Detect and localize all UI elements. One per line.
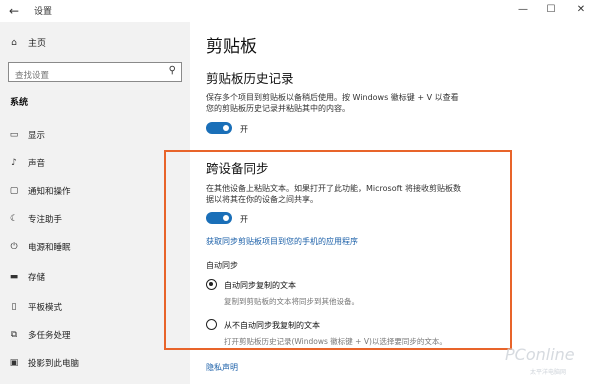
sidebar-item-tablet-mode[interactable]: ▯ 平板模式	[8, 300, 63, 314]
sidebar-item-label: 通知和操作	[28, 187, 71, 197]
sound-icon: ♪	[11, 158, 17, 168]
search-box[interactable]: ⚲	[8, 62, 182, 85]
history-toggle-label: 开	[240, 125, 248, 134]
sidebar-item-label: 电源和睡眠	[28, 243, 71, 253]
sidebar-home[interactable]: ⌂ 主页	[8, 36, 47, 50]
history-description-line1: 保存多个项目到剪贴板以备稍后使用。按 Windows 徽标键 + V 以查看	[206, 93, 459, 102]
search-icon[interactable]: ⚲	[169, 65, 176, 76]
watermark-subtitle: 太平洋电脑网	[530, 369, 567, 376]
window-title: 设置	[34, 7, 53, 17]
power-icon: ⏻	[10, 242, 18, 252]
sidebar-item-label: 存储	[28, 273, 46, 283]
sidebar-item-power[interactable]: ⏻ 电源和睡眠	[8, 240, 71, 254]
sidebar-home-label: 主页	[28, 39, 47, 49]
display-icon: ▭	[9, 130, 19, 140]
home-icon: ⌂	[11, 37, 17, 48]
sidebar-section-title: 系统	[10, 98, 29, 108]
focus-assist-icon: ☾	[9, 214, 19, 224]
sidebar-item-sound[interactable]: ♪ 声音	[8, 156, 45, 170]
highlight-box	[164, 150, 512, 350]
sidebar-item-storage[interactable]: ▬ 存储	[8, 270, 45, 284]
sidebar-item-project[interactable]: ▣ 投影到此电脑	[8, 356, 79, 370]
privacy-link[interactable]: 隐私声明	[206, 362, 238, 373]
sidebar-item-label: 专注助手	[28, 215, 63, 225]
sidebar-item-focus-assist[interactable]: ☾ 专注助手	[8, 212, 62, 226]
history-description-line2: 您的剪贴板历史记录并粘贴其中的内容。	[206, 104, 350, 113]
watermark-logo: PConline	[505, 345, 575, 364]
sidebar-item-label: 多任务处理	[28, 331, 71, 341]
page-title: 剪贴板	[206, 37, 257, 57]
sidebar-item-label: 显示	[28, 131, 46, 141]
storage-icon: ▬	[9, 272, 19, 282]
sidebar-item-label: 投影到此电脑	[28, 359, 80, 369]
sidebar-item-notifications[interactable]: ▢ 通知和操作	[8, 184, 71, 198]
minimize-button[interactable]: —	[512, 2, 534, 18]
sidebar-item-multitasking[interactable]: ⧉ 多任务处理	[8, 328, 71, 342]
history-heading: 剪贴板历史记录	[206, 71, 294, 86]
back-arrow-icon[interactable]: ←	[6, 3, 22, 19]
search-input[interactable]	[9, 67, 149, 85]
multitasking-icon: ⧉	[10, 330, 18, 340]
history-toggle[interactable]	[206, 122, 232, 134]
sidebar-item-display[interactable]: ▭ 显示	[8, 128, 45, 142]
maximize-button[interactable]: ☐	[540, 2, 562, 18]
notification-icon: ▢	[9, 186, 19, 196]
sidebar: ⌂ 主页 ⚲ 系统 ▭ 显示 ♪ 声音 ▢ 通知和操作 ☾ 专注助手 ⏻ 电源和…	[0, 22, 190, 384]
sidebar-item-label: 平板模式	[28, 303, 63, 313]
tablet-mode-icon: ▯	[11, 302, 17, 312]
title-bar: ← 设置 — ☐ ✕	[0, 0, 600, 22]
sidebar-item-label: 声音	[28, 159, 46, 169]
close-button[interactable]: ✕	[570, 2, 592, 18]
project-icon: ▣	[9, 358, 19, 368]
